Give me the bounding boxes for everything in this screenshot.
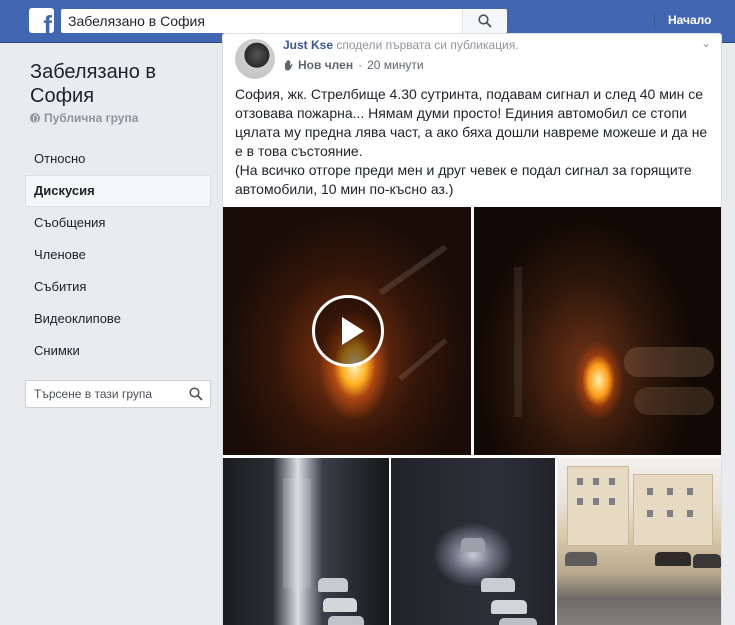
author-name[interactable]: Just Kse — [283, 38, 333, 52]
separator: · — [358, 58, 363, 72]
photo-detail — [283, 478, 311, 588]
nav-item-announcements[interactable]: Съобщения — [25, 207, 211, 239]
photo-detail — [609, 498, 615, 505]
photo-detail — [609, 478, 615, 485]
play-icon[interactable] — [312, 295, 384, 367]
photo-detail — [577, 478, 583, 485]
new-member-badge: Нов член — [283, 58, 353, 72]
photo-detail — [687, 488, 693, 495]
nav-item-videos[interactable]: Видеоклипове — [25, 303, 211, 335]
post-text-paragraph: (На всичко отгоре преди мен и друг чевек… — [235, 162, 692, 197]
photo-detail — [577, 498, 583, 505]
photo-detail — [667, 510, 673, 517]
photo-detail — [514, 267, 522, 417]
group-privacy-label: Публична група — [44, 111, 139, 125]
group-privacy: Публична група — [30, 111, 138, 125]
search-input[interactable] — [61, 9, 451, 33]
post-text-paragraph: София, жк. Стрелбище 4.30 сутринта, пода… — [235, 86, 708, 159]
search-box — [61, 9, 507, 33]
photo-detail — [687, 510, 693, 517]
photo-detail — [593, 498, 599, 505]
photo-detail — [647, 488, 653, 495]
photo-detail — [491, 600, 527, 614]
group-title[interactable]: Забелязано в София — [30, 60, 210, 108]
home-link[interactable]: Начало — [668, 13, 711, 27]
group-nav: Относно Дискусия Съобщения Членове Събит… — [25, 143, 211, 367]
post-options-icon[interactable]: ⌄ — [701, 36, 711, 50]
photo-detail — [499, 618, 537, 625]
photo-detail — [398, 338, 448, 381]
photo-detail — [634, 387, 714, 415]
group-search-box — [25, 380, 211, 408]
facebook-logo-icon[interactable]: f — [29, 8, 54, 33]
photo[interactable] — [391, 458, 555, 625]
nav-item-members[interactable]: Членове — [25, 239, 211, 271]
photo-detail — [647, 510, 653, 517]
photo-detail — [624, 347, 714, 377]
badge-label: Нов член — [298, 58, 354, 72]
post-text: София, жк. Стрелбище 4.30 сутринта, пода… — [235, 85, 715, 199]
photo[interactable] — [223, 458, 389, 625]
photo-detail — [481, 578, 515, 592]
nav-item-discussion[interactable]: Дискусия — [25, 175, 211, 207]
group-search-input[interactable] — [26, 381, 176, 407]
photo-detail — [378, 244, 448, 296]
photo-detail — [655, 552, 691, 566]
photo-detail — [633, 474, 713, 546]
photo-detail — [328, 616, 364, 625]
waving-hand-icon — [285, 60, 293, 71]
photo[interactable] — [474, 207, 721, 455]
nav-item-about[interactable]: Относно — [25, 143, 211, 175]
search-button[interactable] — [462, 9, 507, 33]
search-icon[interactable] — [189, 387, 203, 401]
post-card: Just Kse сподели първата си публикация. … — [222, 33, 722, 625]
post-header: Just Kse сподели първата си публикация. — [283, 38, 519, 52]
photo-detail — [693, 554, 721, 568]
nav-item-photos[interactable]: Снимки — [25, 335, 211, 367]
video-thumbnail[interactable] — [223, 207, 471, 455]
divider — [654, 13, 655, 29]
photo-detail — [667, 488, 673, 495]
search-icon — [478, 14, 492, 28]
post-action: сподели първата си публикация. — [336, 38, 519, 52]
photo[interactable] — [557, 458, 721, 625]
photo-detail — [461, 538, 485, 552]
globe-icon — [30, 113, 40, 123]
post-meta: Нов член · 20 минути — [283, 58, 424, 72]
post-time[interactable]: 20 минути — [367, 58, 423, 72]
photo-detail — [565, 552, 597, 566]
photo-detail — [318, 578, 348, 592]
nav-item-events[interactable]: Събития — [25, 271, 211, 303]
photo-detail — [323, 598, 357, 612]
photo-detail — [593, 478, 599, 485]
avatar[interactable] — [235, 39, 275, 79]
